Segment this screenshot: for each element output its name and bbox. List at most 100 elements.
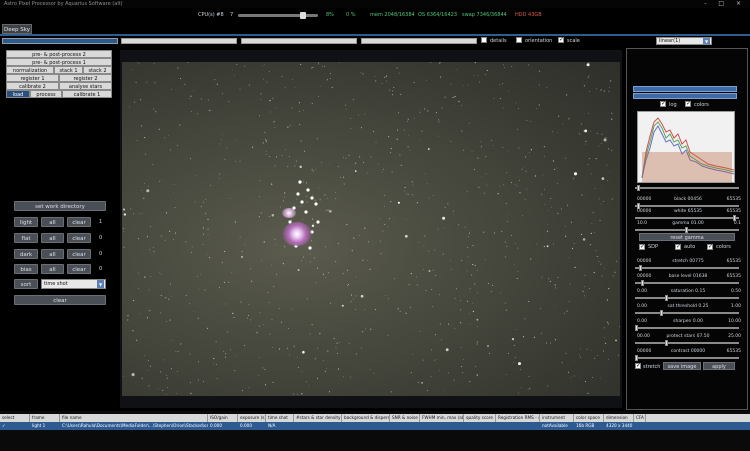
bias-button[interactable]: bias	[14, 264, 38, 274]
colors2-checkbox[interactable]	[707, 243, 713, 250]
slider-thumb[interactable]	[635, 325, 638, 331]
tab-register-1[interactable]: register 1	[6, 74, 59, 82]
star	[309, 261, 311, 263]
slider-thumb[interactable]	[665, 340, 668, 346]
column-header[interactable]: time shot	[266, 414, 294, 422]
column-header[interactable]: quality score	[464, 414, 496, 422]
column-header[interactable]: CFA	[634, 414, 646, 422]
column-header[interactable]: background & dispersion	[342, 414, 390, 422]
slider-thumb[interactable]	[635, 355, 638, 361]
star	[524, 318, 526, 320]
orientation-checkbox[interactable]	[516, 37, 522, 43]
tab-pre-post-1[interactable]: pre- & post-process 1	[6, 58, 112, 66]
scale-checkbox[interactable]	[558, 36, 564, 43]
set-work-directory-button[interactable]: set work directory	[14, 201, 106, 211]
column-header[interactable]: dimension	[604, 414, 634, 422]
clear-button[interactable]: clear	[14, 295, 106, 305]
cpu-slider[interactable]	[238, 14, 318, 17]
sort-select[interactable]: time shot ▼	[41, 279, 106, 289]
light-button[interactable]: light	[14, 217, 38, 227]
column-header[interactable]: ISO/gain	[208, 414, 238, 422]
star	[256, 332, 258, 334]
star	[236, 64, 238, 66]
tab-analyse-stars[interactable]: analyse stars	[59, 82, 112, 90]
star	[344, 104, 346, 106]
colors-checkbox[interactable]	[685, 100, 691, 107]
slider-thumb[interactable]	[665, 295, 668, 301]
stretch-mode-select[interactable]: linear(1) ▼	[656, 37, 712, 45]
tab-stack-2[interactable]: stack 2	[83, 66, 112, 74]
star	[233, 74, 235, 76]
tab-stack-1[interactable]: stack 1	[54, 66, 83, 74]
star	[346, 223, 348, 226]
column-header[interactable]: exposure (s)	[238, 414, 266, 422]
dark-clear-button[interactable]: clear	[67, 249, 91, 259]
table-cell[interactable]: ✓	[0, 422, 30, 430]
column-header[interactable]: SNR & noise	[390, 414, 420, 422]
window-controls[interactable]: - □ ×	[704, 0, 746, 8]
star	[544, 203, 546, 205]
details-checkbox[interactable]	[481, 37, 487, 43]
column-header[interactable]: FWHM min, max (abs & rel)	[420, 414, 464, 422]
sliders2-slider-2[interactable]: 0.00 saturation 0.15 0.50	[635, 289, 741, 305]
sliders2-slider-1[interactable]: 00000 base level 01638 65535	[635, 274, 741, 290]
log-checkbox[interactable]	[660, 100, 666, 107]
sliders2-slider-3[interactable]: 0.00 sat threshold 0.25 1.00	[635, 304, 741, 320]
tab-normalization[interactable]: normalization	[6, 66, 54, 74]
flat-clear-button[interactable]: clear	[67, 233, 91, 243]
star	[444, 207, 446, 209]
slider-thumb[interactable]	[637, 185, 640, 191]
star	[587, 392, 589, 394]
column-header[interactable]: color space	[574, 414, 604, 422]
flat-button[interactable]: flat	[14, 233, 38, 243]
slider-thumb[interactable]	[685, 227, 688, 233]
star	[312, 195, 313, 196]
star	[408, 284, 410, 286]
sliders2-slider-0[interactable]: 00000 stretch 00775 65535	[635, 259, 741, 275]
column-header[interactable]: Registration RMS - #stars	[496, 414, 540, 422]
astro-image[interactable]	[122, 62, 620, 396]
star	[177, 351, 179, 352]
tab-process[interactable]: process	[30, 90, 62, 98]
sliders2-slider-6[interactable]: 00000 contrast 00000 65535	[635, 349, 741, 365]
slider-thumb[interactable]	[641, 280, 644, 286]
slider-thumb[interactable]	[639, 265, 642, 271]
star	[554, 305, 556, 306]
star	[370, 328, 372, 330]
tab-calibrate-2[interactable]: calibrate 2	[6, 82, 59, 90]
tab-load[interactable]: load	[6, 90, 30, 98]
column-header[interactable]: #stars & star density	[294, 414, 342, 422]
column-header[interactable]: frame	[30, 414, 60, 422]
tab-register-2[interactable]: register 2	[59, 74, 112, 82]
tab-calibrate-1[interactable]: calibrate 1	[62, 90, 112, 98]
sliders-slider-2[interactable]: 10.0 gamma 01.00 0.1	[635, 221, 741, 237]
table-row[interactable]: ✓ light 1 C:\Users\Rahula\Documents\MediaF…	[0, 422, 750, 430]
cpu-slider-thumb[interactable]	[300, 12, 306, 19]
tab-deep-sky[interactable]: Deep Sky	[2, 24, 32, 34]
dark-button[interactable]: dark	[14, 249, 38, 259]
column-header[interactable]: select	[0, 414, 30, 422]
star	[250, 319, 252, 321]
light-all-button[interactable]: all	[41, 217, 64, 227]
auto-checkbox[interactable]	[675, 243, 681, 250]
flat-all-button[interactable]: all	[41, 233, 64, 243]
column-header[interactable]: file name	[60, 414, 208, 422]
bias-all-button[interactable]: all	[41, 264, 64, 274]
sliders2-slider-4[interactable]: 0.00 sharpen 0.00 10.00	[635, 319, 741, 335]
dark-all-button[interactable]: all	[41, 249, 64, 259]
image-viewer[interactable]	[120, 50, 622, 408]
star	[150, 275, 152, 277]
star	[508, 90, 509, 92]
star	[319, 85, 321, 87]
tab-pre-post-2[interactable]: pre- & post-process 2	[6, 50, 112, 58]
star	[305, 196, 307, 197]
slider-thumb[interactable]	[660, 310, 663, 316]
column-header[interactable]: instrument	[540, 414, 574, 422]
star	[123, 213, 127, 216]
star	[289, 354, 290, 356]
bias-clear-button[interactable]: clear	[67, 264, 91, 274]
sliders2-slider-5[interactable]: 00.00 protect stars 07.50 25.00	[635, 334, 741, 350]
light-clear-button[interactable]: clear	[67, 217, 91, 227]
star	[517, 270, 519, 272]
sdp-checkbox[interactable]	[639, 243, 645, 250]
